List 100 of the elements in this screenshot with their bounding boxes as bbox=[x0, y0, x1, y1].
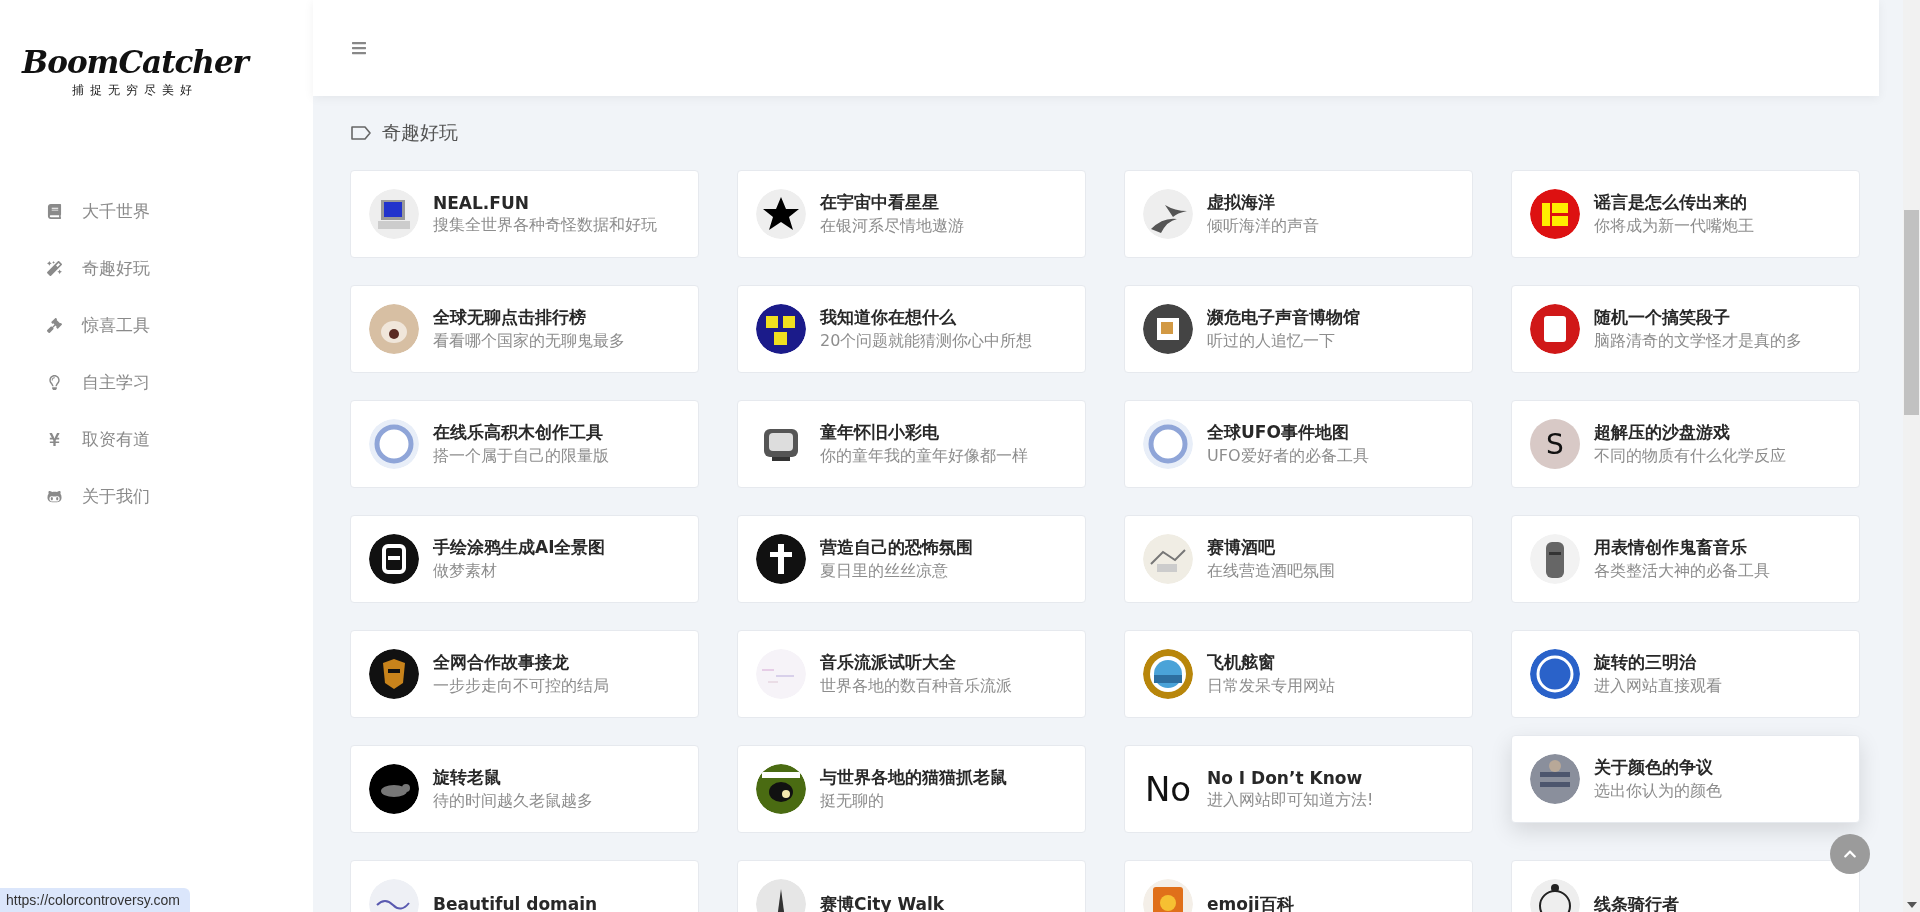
nav-item[interactable]: 惊喜工具 bbox=[44, 309, 313, 341]
site-card[interactable]: 虚拟海洋 倾听海洋的声音 bbox=[1124, 170, 1473, 258]
card-description: UFO爱好者的必备工具 bbox=[1207, 446, 1369, 467]
section-title: 奇趣好玩 bbox=[382, 120, 458, 145]
card-description: 进入网站即可知道方法! bbox=[1207, 789, 1374, 811]
card-description: 不同的物质有什么化学反应 bbox=[1594, 446, 1786, 467]
card-description: 搜集全世界各种奇怪数据和好玩 bbox=[433, 214, 657, 236]
card-description: 挺无聊的 bbox=[820, 791, 885, 812]
card-description: 世界各地的数百种音乐流派 bbox=[820, 676, 1012, 697]
site-card[interactable]: 与世界各地的猫猫抓老鼠 挺无聊的 bbox=[737, 745, 1086, 833]
card-description: 你将成为新一代嘴炮王 bbox=[1594, 216, 1754, 237]
card-title: 全网合作故事接龙 bbox=[433, 651, 570, 674]
site-card[interactable]: 旋转的三明治 进入网站直接观看 bbox=[1511, 630, 1860, 718]
nav-item[interactable]: 关于我们 bbox=[44, 480, 313, 512]
card-description: 各类整活大神的必备工具 bbox=[1594, 561, 1770, 582]
site-card[interactable]: 关于颜色的争议 选出你认为的颜色 bbox=[1511, 735, 1860, 823]
site-card[interactable]: 全球无聊点击排行榜 看看哪个国家的无聊鬼最多 bbox=[350, 285, 699, 373]
card-description: 听过的人追忆一下 bbox=[1207, 331, 1336, 352]
card-description: 你的童年我的童年好像都一样 bbox=[820, 446, 1028, 467]
card-title: 用表情创作鬼畜音乐 bbox=[1594, 536, 1748, 559]
menu-icon[interactable] bbox=[351, 40, 367, 56]
card-title: No I Don’t Know bbox=[1207, 767, 1364, 788]
sketch-icon bbox=[1143, 534, 1193, 584]
card-title: 在线乐高积木创作工具 bbox=[433, 421, 604, 444]
site-card[interactable]: S 超解压的沙盘游戏 不同的物质有什么化学反应 bbox=[1511, 400, 1860, 488]
card-title: 手绘涂鸦生成AI全景图 bbox=[433, 536, 606, 559]
site-card[interactable]: 随机一个搞笑段子 脑路清奇的文学怪才是真的多 bbox=[1511, 285, 1860, 373]
site-card[interactable]: 赛博酒吧 在线营造酒吧氛围 bbox=[1124, 515, 1473, 603]
site-card[interactable]: 在线乐高积木创作工具 搭一个属于自己的限量版 bbox=[350, 400, 699, 488]
site-card[interactable]: 在宇宙中看星星 在银河系尽情地遨游 bbox=[737, 170, 1086, 258]
site-card[interactable]: 我知道你在想什么 20个问题就能猜测你心中所想 bbox=[737, 285, 1086, 373]
site-card[interactable]: 用表情创作鬼畜音乐 各类整活大神的必备工具 bbox=[1511, 515, 1860, 603]
card-description: 日常发呆专用网站 bbox=[1207, 676, 1335, 697]
computer-icon bbox=[369, 189, 419, 239]
card-description: 20个问题就能猜测你心中所想 bbox=[820, 331, 1033, 352]
site-card[interactable]: 全球UFO事件地图 UFO爱好者的必备工具 bbox=[1124, 400, 1473, 488]
site-card[interactable]: NEAL.FUN 搜集全世界各种奇怪数据和好玩 bbox=[350, 170, 699, 258]
card-description: 脑路清奇的文学怪才是真的多 bbox=[1594, 331, 1802, 352]
card-description: 在线营造酒吧氛围 bbox=[1207, 561, 1335, 582]
card-title: 营造自己的恐怖氛围 bbox=[820, 536, 973, 559]
site-card[interactable]: 手绘涂鸦生成AI全景图 做梦素材 bbox=[350, 515, 699, 603]
site-card[interactable]: 营造自己的恐怖氛围 夏日里的丝丝凉意 bbox=[737, 515, 1086, 603]
scrollbar-thumb[interactable] bbox=[1904, 210, 1919, 415]
card-description: 看看哪个国家的无聊鬼最多 bbox=[433, 331, 625, 352]
card-title: 超解压的沙盘游戏 bbox=[1594, 421, 1731, 444]
site-card[interactable]: 全网合作故事接龙 一步步走向不可控的结局 bbox=[350, 630, 699, 718]
nav-label: 取资有道 bbox=[82, 427, 150, 451]
nav-item[interactable]: 大千世界 bbox=[44, 195, 313, 227]
site-card[interactable]: 音乐流派试听大全 世界各地的数百种音乐流派 bbox=[737, 630, 1086, 718]
nav-item[interactable]: 取资有道 bbox=[44, 423, 313, 455]
card-description: 一步步走向不可控的结局 bbox=[433, 676, 609, 697]
card-title: 童年怀旧小彩电 bbox=[820, 421, 940, 444]
circle-logo-icon bbox=[1530, 649, 1580, 699]
card-description: 待的时间越久老鼠越多 bbox=[433, 791, 593, 812]
card-title: NEAL.FUN bbox=[433, 192, 530, 213]
card-description: 在银河系尽情地遨游 bbox=[820, 216, 964, 237]
porthole-icon bbox=[1143, 649, 1193, 699]
site-card[interactable]: 谣言是怎么传出来的 你将成为新一代嘴炮王 bbox=[1511, 170, 1860, 258]
card-title: 飞机舷窗 bbox=[1207, 651, 1276, 674]
scrollbar[interactable] bbox=[1903, 0, 1920, 912]
scroll-down-icon[interactable] bbox=[1906, 902, 1917, 908]
card-description: 搭一个属于自己的限量版 bbox=[433, 446, 609, 467]
wand-icon bbox=[44, 260, 64, 276]
card-description: 倾听海洋的声音 bbox=[1207, 216, 1319, 237]
card-title: 线条骑行者 bbox=[1594, 892, 1679, 912]
nav-label: 关于我们 bbox=[82, 484, 150, 508]
card-title: 谣言是怎么传出来的 bbox=[1594, 191, 1748, 214]
site-card[interactable]: 童年怀旧小彩电 你的童年我的童年好像都一样 bbox=[737, 400, 1086, 488]
logo-text: No bbox=[1143, 768, 1193, 811]
nav-item[interactable]: 自主学习 bbox=[44, 366, 313, 398]
nav-item[interactable]: 奇趣好玩 bbox=[44, 252, 313, 284]
globe-icon bbox=[1143, 419, 1193, 469]
card-title: 虚拟海洋 bbox=[1207, 191, 1276, 214]
logo-icon bbox=[369, 534, 419, 584]
card-title: 旋转老鼠 bbox=[433, 766, 502, 789]
back-to-top-button[interactable] bbox=[1830, 834, 1870, 874]
card-title: 音乐流派试听大全 bbox=[820, 651, 957, 674]
dots-icon bbox=[756, 649, 806, 699]
site-card[interactable]: 旋转老鼠 待的时间越久老鼠越多 bbox=[350, 745, 699, 833]
nav-label: 自主学习 bbox=[82, 370, 150, 394]
card-title: 随机一个搞笑段子 bbox=[1594, 306, 1731, 329]
site-card[interactable]: 濒危电子声音博物馆 听过的人追忆一下 bbox=[1124, 285, 1473, 373]
card-title: 全球UFO事件地图 bbox=[1207, 421, 1350, 444]
blocks-icon bbox=[1530, 189, 1580, 239]
card-title: Beautiful domain bbox=[433, 894, 598, 912]
card-description: 进入网站直接观看 bbox=[1594, 676, 1722, 697]
tag-icon bbox=[350, 125, 372, 141]
card-description: 夏日里的丝丝凉意 bbox=[820, 561, 949, 582]
site-card[interactable]: 线条骑行者 bbox=[1511, 860, 1860, 912]
card-description: 选出你认为的颜色 bbox=[1594, 781, 1722, 802]
card-title: 关于颜色的争议 bbox=[1594, 756, 1714, 779]
globe-icon bbox=[369, 419, 419, 469]
card-title: 赛博酒吧 bbox=[1207, 536, 1276, 559]
site-card[interactable]: Beautiful domain bbox=[350, 860, 699, 912]
card-description: 做梦素材 bbox=[433, 561, 498, 582]
card-title: 在宇宙中看星星 bbox=[820, 191, 940, 214]
site-card[interactable]: 飞机舷窗 日常发呆专用网站 bbox=[1124, 630, 1473, 718]
cross-icon bbox=[756, 534, 806, 584]
gavel-icon bbox=[44, 317, 64, 333]
card-title: 全球无聊点击排行榜 bbox=[433, 306, 587, 329]
